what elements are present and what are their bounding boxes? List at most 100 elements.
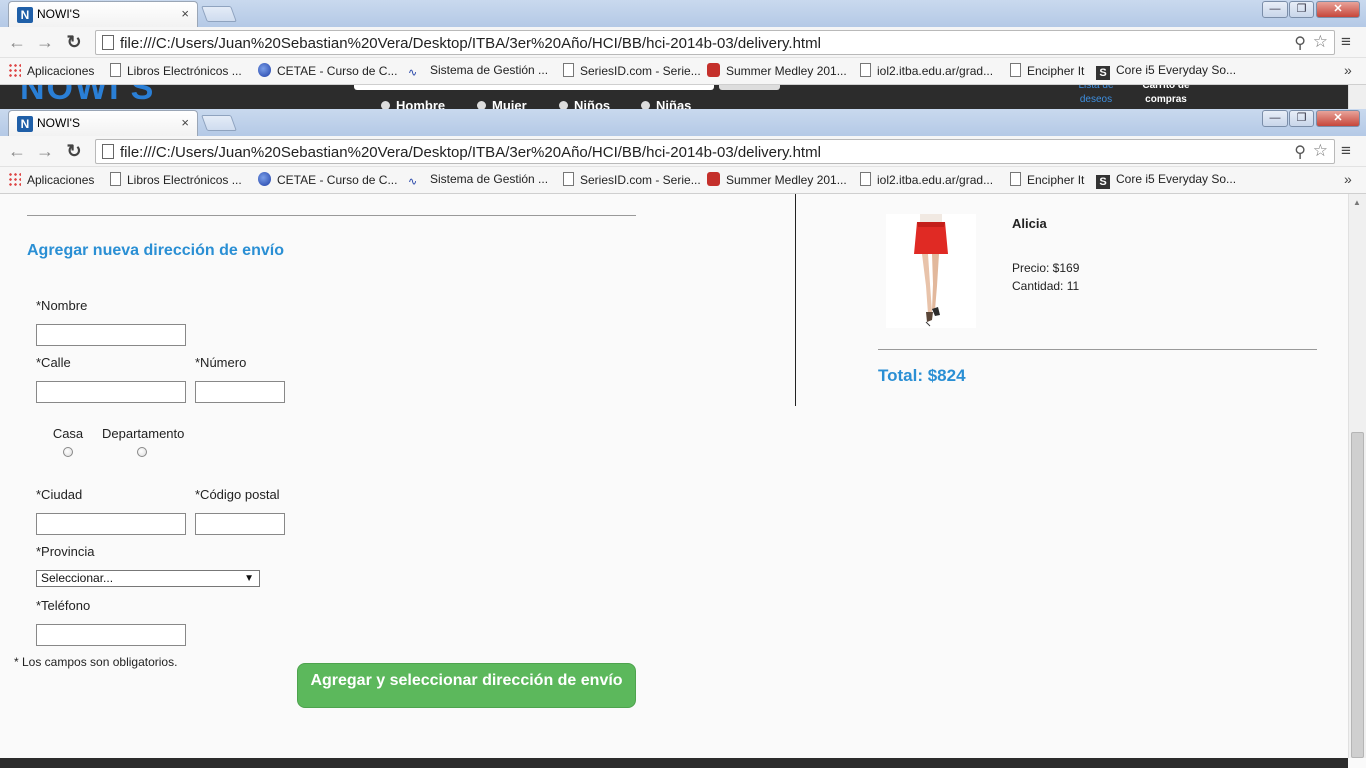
- cart-link[interactable]: Carrito de compras: [1136, 85, 1196, 107]
- bookmark-item[interactable]: Encipher It: [1010, 172, 1084, 187]
- close-window-button[interactable]: ✕: [1316, 110, 1360, 127]
- forward-arrow-icon[interactable]: →: [35, 141, 55, 161]
- back-arrow-icon[interactable]: ←: [7, 32, 27, 52]
- casa-radio[interactable]: [63, 447, 73, 457]
- bookmark-item[interactable]: iol2.itba.edu.ar/grad...: [860, 63, 993, 78]
- bookmark-item[interactable]: Aplicaciones: [8, 172, 94, 187]
- forward-arrow-icon[interactable]: →: [35, 32, 55, 52]
- page-icon: [110, 63, 121, 77]
- numero-label: *Número: [195, 355, 247, 370]
- form-title: Agregar nueva dirección de envío: [27, 242, 284, 259]
- scrollbar-thumb[interactable]: [1351, 432, 1364, 758]
- bookmark-item[interactable]: Summer Medley 201...: [707, 63, 847, 78]
- page-icon: [110, 172, 121, 186]
- product-image[interactable]: [886, 214, 976, 328]
- codigo-postal-input[interactable]: [195, 513, 285, 535]
- casa-option[interactable]: Casa: [28, 426, 108, 460]
- browser-tab[interactable]: N NOWI'S ×: [8, 110, 198, 136]
- page-icon: [1010, 172, 1021, 186]
- radio-icon: [477, 101, 486, 109]
- bookmarks-overflow-icon[interactable]: »: [1344, 62, 1352, 78]
- background-browser-window: N NOWI'S × — ❐ ✕ ← → ↻ file:///C:/Users/…: [0, 0, 1366, 85]
- back-arrow-icon[interactable]: ←: [7, 141, 27, 161]
- close-tab-icon[interactable]: ×: [181, 115, 189, 130]
- required-fields-note: * Los campos son obligatorios.: [14, 655, 178, 669]
- browser-tab[interactable]: N NOWI'S ×: [8, 1, 198, 27]
- close-window-button[interactable]: ✕: [1316, 1, 1360, 18]
- maximize-button[interactable]: ❐: [1289, 1, 1314, 18]
- bookmark-item[interactable]: ∿ Sistema de Gestión ...: [408, 172, 548, 189]
- nowis-favicon-icon: N: [17, 116, 33, 132]
- site-header-fragment: NOWI'S Hombre Mujer Niños Niñas Lista de…: [0, 85, 1348, 109]
- category-radio-hombre[interactable]: Hombre: [381, 98, 445, 109]
- wishlist-link[interactable]: Lista de deseos: [1073, 85, 1119, 107]
- divider: [878, 349, 1317, 350]
- departamento-radio[interactable]: [137, 447, 147, 457]
- new-tab-button[interactable]: [201, 6, 237, 22]
- product-price: Precio: $169: [1012, 261, 1080, 275]
- site-search-input[interactable]: [354, 85, 714, 90]
- globe-icon: [258, 172, 271, 186]
- bookmark-item[interactable]: S Core i5 Everyday So...: [1096, 172, 1236, 189]
- add-address-button[interactable]: Agregar y seleccionar dirección de envío: [297, 663, 636, 708]
- nombre-input[interactable]: [36, 324, 186, 346]
- globe-icon: [258, 63, 271, 77]
- bookmark-item[interactable]: Summer Medley 201...: [707, 172, 847, 187]
- category-radio-ninos[interactable]: Niños: [559, 98, 610, 109]
- nombre-label: *Nombre: [36, 298, 88, 313]
- bookmark-item[interactable]: CETAE - Curso de C...: [258, 63, 397, 78]
- bookmark-item[interactable]: SeriesID.com - Serie...: [563, 172, 701, 187]
- scroll-up-icon[interactable]: ▲: [1353, 198, 1361, 207]
- bookmark-item[interactable]: Aplicaciones: [8, 63, 94, 78]
- bookmark-item[interactable]: Libros Electrónicos ...: [110, 63, 242, 78]
- product-quantity: Cantidad: 11: [1012, 279, 1080, 293]
- reload-icon[interactable]: ↻: [64, 141, 84, 161]
- maximize-button[interactable]: ❐: [1289, 110, 1314, 127]
- bookmark-item[interactable]: Libros Electrónicos ...: [110, 172, 242, 187]
- browser-toolbar: ← → ↻ file:///C:/Users/Juan%20Sebastian%…: [0, 136, 1366, 167]
- page-scrollbar[interactable]: ▲: [1348, 194, 1366, 758]
- calle-input[interactable]: [36, 381, 186, 403]
- bookmarks-bar: Aplicaciones Libros Electrónicos ... CET…: [0, 167, 1366, 194]
- bookmark-item[interactable]: Encipher It: [1010, 63, 1084, 78]
- delivery-page: Agregar nueva dirección de envío *Nombre…: [0, 194, 1348, 758]
- category-radio-ninas[interactable]: Niñas: [641, 98, 691, 109]
- site-logo: NOWI'S: [20, 85, 156, 107]
- numero-input[interactable]: [195, 381, 285, 403]
- bookmark-star-icon[interactable]: ☆: [1313, 141, 1328, 161]
- address-bar[interactable]: file:///C:/Users/Juan%20Sebastian%20Vera…: [95, 30, 1335, 55]
- column-divider: [795, 194, 796, 406]
- site-search-button[interactable]: [719, 85, 780, 90]
- menu-icon[interactable]: ≡: [1341, 142, 1357, 162]
- menu-icon[interactable]: ≡: [1341, 33, 1357, 53]
- minimize-button[interactable]: —: [1262, 1, 1288, 18]
- wave-icon: ∿: [408, 67, 418, 79]
- departamento-label: Departamento: [102, 426, 185, 441]
- new-tab-button[interactable]: [201, 115, 237, 131]
- product-name[interactable]: Alicia: [1012, 216, 1047, 231]
- telefono-input[interactable]: [36, 624, 186, 646]
- bookmark-item[interactable]: ∿ Sistema de Gestión ...: [408, 63, 548, 80]
- magnifier-icon[interactable]: ⚲: [1294, 33, 1306, 53]
- bookmark-item[interactable]: iol2.itba.edu.ar/grad...: [860, 172, 993, 187]
- apps-icon: [8, 63, 21, 77]
- bookmarks-bar: Aplicaciones Libros Electrónicos ... CET…: [0, 58, 1366, 85]
- departamento-option[interactable]: Departamento: [102, 426, 185, 460]
- address-bar[interactable]: file:///C:/Users/Juan%20Sebastian%20Vera…: [95, 139, 1335, 164]
- minimize-button[interactable]: —: [1262, 110, 1288, 127]
- page-icon: [102, 35, 114, 50]
- youtube-icon: [707, 63, 720, 77]
- ciudad-input[interactable]: [36, 513, 186, 535]
- bookmark-star-icon[interactable]: ☆: [1313, 32, 1328, 52]
- bookmark-item[interactable]: SeriesID.com - Serie...: [563, 63, 701, 78]
- category-radio-mujer[interactable]: Mujer: [477, 98, 527, 109]
- magnifier-icon[interactable]: ⚲: [1294, 142, 1306, 162]
- s-icon: S: [1096, 175, 1110, 189]
- telefono-label: *Teléfono: [36, 598, 91, 613]
- reload-icon[interactable]: ↻: [64, 32, 84, 52]
- bookmark-item[interactable]: S Core i5 Everyday So...: [1096, 63, 1236, 80]
- bookmarks-overflow-icon[interactable]: »: [1344, 171, 1352, 187]
- close-tab-icon[interactable]: ×: [181, 6, 189, 21]
- bookmark-item[interactable]: CETAE - Curso de C...: [258, 172, 397, 187]
- provincia-select[interactable]: Seleccionar... ▼: [36, 570, 260, 587]
